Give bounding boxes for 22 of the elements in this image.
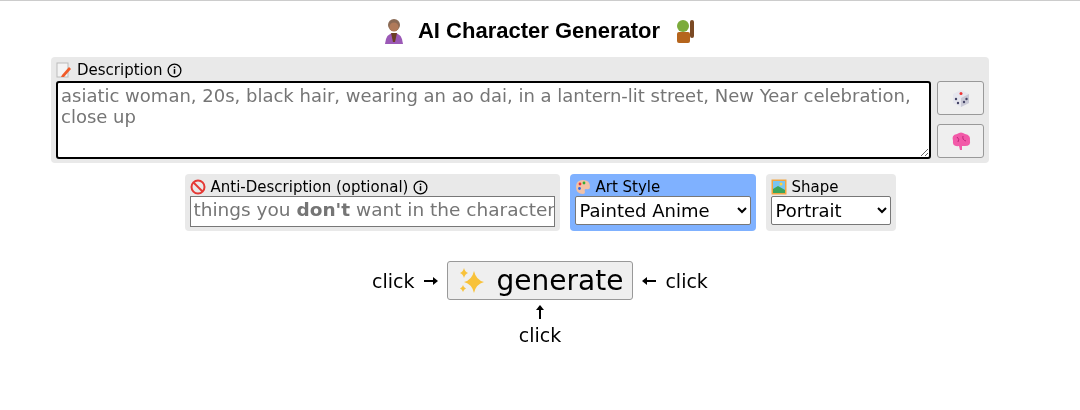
arrow-icon	[641, 276, 658, 285]
memo-icon	[56, 62, 72, 78]
hint-text: click	[518, 324, 562, 346]
anti-description-label: Anti-Description (optional)	[210, 178, 409, 196]
palette-icon	[574, 179, 591, 195]
art-style-select[interactable]: Painted Anime	[574, 196, 751, 225]
description-label: Description	[77, 61, 163, 79]
info-icon[interactable]	[413, 179, 429, 195]
arrow-icon	[422, 276, 439, 285]
dice-icon	[950, 88, 971, 108]
art-style-label: Art Style	[595, 178, 661, 196]
hint-text: click	[665, 269, 708, 292]
description-field[interactable]: asiatic woman, 20s, black hair, wearing an ao dai, in a lantern-lit street, New Year celebration, close up	[56, 81, 931, 159]
info-icon[interactable]	[167, 62, 183, 78]
generate-button[interactable]: generate	[446, 261, 634, 300]
shape-label: Shape	[791, 178, 839, 196]
brain-button[interactable]	[937, 124, 984, 158]
prohibited-icon	[189, 179, 206, 195]
hint-text: click	[372, 269, 415, 292]
shape-select[interactable]: Portrait	[770, 196, 891, 225]
page-title: AI Character Generator	[417, 18, 661, 44]
landscape-icon	[770, 179, 787, 195]
